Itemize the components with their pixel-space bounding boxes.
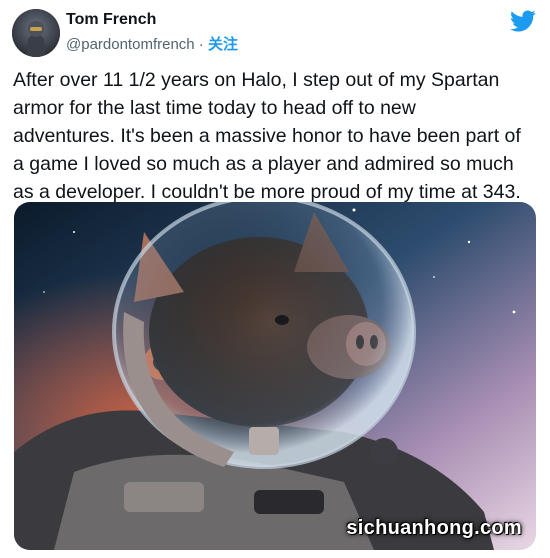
tweet-card: Tom French @pardontomfrench · 关注 After o…	[0, 0, 550, 558]
author-meta: @pardontomfrench · 关注	[66, 33, 238, 54]
twitter-bird-icon[interactable]	[510, 10, 536, 32]
author-avatar[interactable]	[12, 9, 60, 57]
tweet-text: After over 11 1/2 years on Halo, I step …	[13, 69, 521, 203]
boar-astronaut-image	[14, 202, 536, 550]
author-name[interactable]: Tom French	[66, 11, 156, 29]
meta-separator: ·	[194, 36, 208, 53]
follow-button[interactable]: 关注	[208, 36, 238, 53]
watermark-text: sichuanhong.com	[346, 517, 522, 539]
tweet-image[interactable]: sichuanhong.com	[14, 202, 536, 550]
avatar-image	[12, 9, 60, 57]
author-handle[interactable]: @pardontomfrench	[66, 36, 195, 53]
